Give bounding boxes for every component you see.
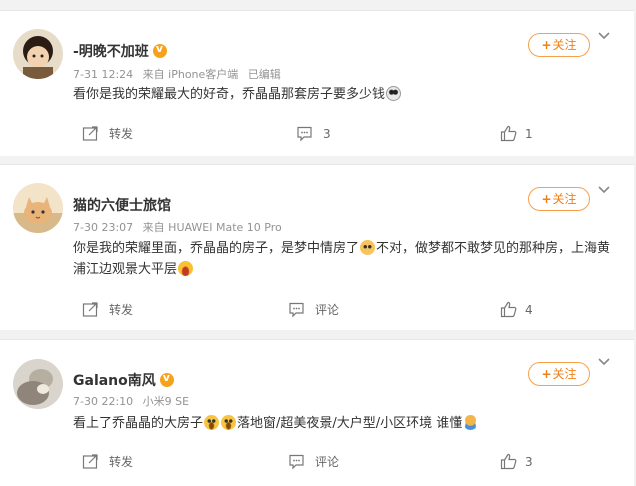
- comment-text-part: 看你是我的荣耀最大的好奇，乔晶晶那套房子要多少钱: [73, 87, 386, 102]
- comment-card: -明晚不加班 7-31 12:24 来自 iPhone客户端 已编辑 看你是我的…: [0, 10, 634, 156]
- share-label: 转发: [109, 455, 134, 469]
- edited-label: 已编辑: [247, 68, 281, 81]
- comment-text: 看你是我的荣耀最大的好奇，乔晶晶那套房子要多少钱: [73, 84, 613, 105]
- plus-icon: +: [541, 38, 552, 52]
- like-button[interactable]: 3: [500, 453, 533, 470]
- share-button[interactable]: 转发: [82, 453, 133, 470]
- comment-icon: [289, 302, 304, 318]
- comment-source: 来自 iPhone客户端: [142, 68, 239, 81]
- comment-card: 猫的六便士旅馆 7-30 23:07 来自 HUAWEI Mate 10 Pro…: [0, 164, 634, 330]
- comment-card: Galano南风 7-30 22:10 小米9 SE 看上了乔晶晶的大房子 落地窗…: [0, 339, 634, 486]
- like-count: 3: [525, 454, 533, 469]
- share-button[interactable]: 转发: [82, 125, 133, 142]
- chevron-down-icon[interactable]: [597, 29, 611, 43]
- username[interactable]: -明晚不加班: [73, 41, 167, 61]
- like-icon: [500, 301, 517, 318]
- comment-time: 7-30 23:07: [73, 221, 134, 234]
- avatar[interactable]: [13, 29, 63, 79]
- share-label: 转发: [109, 127, 134, 141]
- comment-source: 来自 HUAWEI Mate 10 Pro: [142, 221, 282, 234]
- share-icon: [82, 302, 98, 317]
- comment-label: 评论: [315, 303, 340, 317]
- vip-badge-icon: [152, 42, 167, 58]
- comment-label: 评论: [315, 455, 340, 469]
- think-emoji-icon: [463, 415, 479, 430]
- comment-button[interactable]: 3: [296, 125, 331, 142]
- follow-label: 关注: [552, 38, 577, 52]
- follow-button[interactable]: +关注: [528, 33, 590, 57]
- comment-time: 7-30 22:10: [73, 395, 134, 408]
- comment-icon: [289, 454, 304, 470]
- comment-text-part: 你是我的荣耀里面，乔晶晶的房子，是梦中情房了: [73, 241, 360, 256]
- comment-icon: [297, 126, 312, 142]
- like-count: 1: [525, 126, 533, 141]
- like-count: 4: [525, 302, 533, 317]
- follow-button[interactable]: +关注: [528, 362, 590, 386]
- like-button[interactable]: 1: [500, 125, 533, 142]
- comment-meta: 7-30 23:07 来自 HUAWEI Mate 10 Pro: [73, 219, 288, 235]
- comment-text-part: 看上了乔晶晶的大房子: [73, 416, 204, 431]
- avatar[interactable]: [13, 183, 63, 233]
- like-button[interactable]: 4: [500, 301, 533, 318]
- plus-icon: +: [541, 367, 552, 381]
- comment-meta: 7-30 22:10 小米9 SE: [73, 393, 195, 409]
- comment-button[interactable]: 评论: [288, 301, 339, 318]
- follow-label: 关注: [552, 192, 577, 206]
- comment-time: 7-31 12:24: [73, 68, 134, 81]
- like-icon: [500, 125, 517, 142]
- drool-emoji-icon: [204, 415, 220, 430]
- chevron-down-icon[interactable]: [597, 355, 611, 369]
- like-icon: [500, 453, 517, 470]
- comment-button[interactable]: 评论: [288, 453, 339, 470]
- username[interactable]: Galano南风: [73, 370, 174, 390]
- username-text[interactable]: -明晚不加班: [73, 44, 149, 60]
- comment-count: 3: [323, 126, 331, 141]
- vip-badge-icon: [159, 371, 174, 387]
- plus-icon: +: [541, 192, 552, 206]
- comment-text: 看上了乔晶晶的大房子 落地窗/超美夜景/大户型/小区环境 谁懂: [73, 413, 613, 434]
- comment-source: 小米9 SE: [142, 395, 190, 408]
- comment-meta: 7-31 12:24 来自 iPhone客户端 已编辑: [73, 66, 287, 82]
- username-text[interactable]: 猫的六便士旅馆: [73, 198, 171, 214]
- comment-text-part: 落地窗/超美夜景/大户型/小区环境 谁懂: [237, 416, 463, 431]
- panda-emoji-icon: [386, 86, 402, 101]
- share-button[interactable]: 转发: [82, 301, 133, 318]
- chevron-down-icon[interactable]: [597, 183, 611, 197]
- avatar[interactable]: [13, 359, 63, 409]
- dog-emoji-icon: [360, 240, 376, 255]
- comment-text: 你是我的荣耀里面，乔晶晶的房子，是梦中情房了 不对，做梦都不敢梦见的那种房，上海黄…: [73, 238, 613, 280]
- share-icon: [82, 126, 98, 141]
- follow-label: 关注: [552, 367, 577, 381]
- laugh-emoji-icon: [178, 261, 194, 276]
- username[interactable]: 猫的六便士旅馆: [73, 195, 171, 215]
- drool-emoji-icon: [221, 415, 237, 430]
- follow-button[interactable]: +关注: [528, 187, 590, 211]
- username-text[interactable]: Galano南风: [73, 373, 156, 389]
- share-icon: [82, 454, 98, 469]
- share-label: 转发: [109, 303, 134, 317]
